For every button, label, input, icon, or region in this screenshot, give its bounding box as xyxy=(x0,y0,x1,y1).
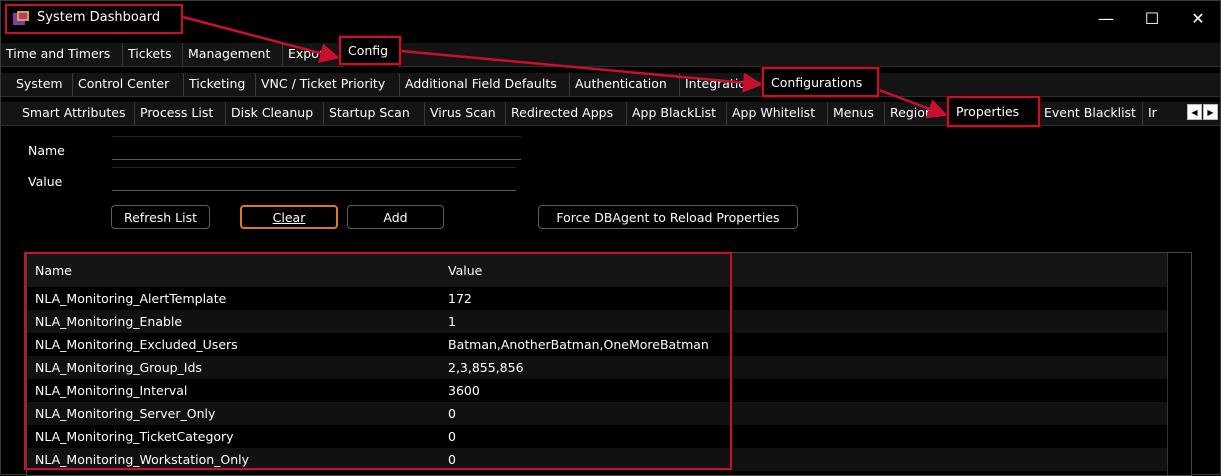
callout-configurations-label: Configurations xyxy=(771,74,863,90)
tab-virus-scan[interactable]: Virus Scan xyxy=(425,102,506,125)
tab-regions[interactable]: Regions xyxy=(885,102,949,125)
tab-event-blacklist[interactable]: Event Blacklist xyxy=(1039,102,1143,125)
add-label: Add xyxy=(383,209,408,225)
row-name: NLA_Monitoring_AlertTemplate xyxy=(35,291,227,306)
annotation-callout-properties: Properties xyxy=(947,96,1040,127)
row-value: 0 xyxy=(448,406,456,421)
force-reload-label: Force DBAgent to Reload Properties xyxy=(556,209,780,225)
tab-control-center[interactable]: Control Center xyxy=(73,73,184,96)
close-icon: ✕ xyxy=(1191,8,1205,28)
row-value: 0 xyxy=(448,452,456,467)
tab-system[interactable]: System xyxy=(11,73,73,96)
column-header-name[interactable]: Name xyxy=(35,263,72,278)
app-window: System Dashboard — ☐ ✕ Time and Timers T… xyxy=(0,0,1221,476)
row-value: 1 xyxy=(448,314,456,329)
row-name: NLA_Monitoring_Excluded_Users xyxy=(35,337,238,352)
list-scrollbar[interactable] xyxy=(1167,253,1191,475)
tab-app-blacklist[interactable]: App BlackList xyxy=(627,102,727,125)
table-row[interactable]: NLA_Monitoring_Excluded_Users Batman,Ano… xyxy=(27,333,1167,356)
table-row[interactable]: NLA_Monitoring_Workstation_Only 0 xyxy=(27,448,1167,471)
window-title: System Dashboard xyxy=(37,10,161,25)
scroll-left-icon[interactable]: ◀ xyxy=(1187,104,1202,120)
row-name: NLA_Monitoring_Group_Ids xyxy=(35,360,202,375)
tab-export[interactable]: Export xyxy=(283,43,339,66)
tab-redirected-apps[interactable]: Redirected Apps xyxy=(506,102,627,125)
title-bar: System Dashboard — ☐ ✕ xyxy=(1,1,1220,35)
row-name: NLA_Monitoring_Workstation_Only xyxy=(35,452,250,467)
table-row[interactable]: NLA_Monitoring_Server_Only 0 xyxy=(27,402,1167,425)
row-name: NLA_Monitoring_TicketCategory xyxy=(35,429,234,444)
annotation-callout-configurations: Configurations xyxy=(762,67,879,97)
tab-authentication[interactable]: Authentication xyxy=(570,73,680,96)
table-row[interactable]: NLA_Monitoring_TicketCategory 0 xyxy=(27,425,1167,448)
row-value: Batman,AnotherBatman,OneMoreBatman xyxy=(448,337,709,352)
clear-button[interactable]: Clear xyxy=(240,205,338,229)
callout-config-label: Config xyxy=(348,43,389,58)
close-button[interactable]: ✕ xyxy=(1175,1,1221,35)
tab-scroll-arrows: ◀ ▶ xyxy=(1186,104,1218,120)
row-value: 0 xyxy=(448,429,456,444)
tab-startup-scan[interactable]: Startup Scan xyxy=(324,102,425,125)
tab-process-list[interactable]: Process List xyxy=(135,102,226,125)
tab-integration[interactable]: Integratio xyxy=(680,73,766,96)
properties-list[interactable]: Name Value NLA_Monitoring_AlertTemplate … xyxy=(26,252,1192,476)
row-name: NLA_Monitoring_Enable xyxy=(35,314,183,329)
tab-vnc-ticket-priority[interactable]: VNC / Ticket Priority xyxy=(256,73,400,96)
value-label: Value xyxy=(28,174,63,189)
name-field[interactable] xyxy=(112,136,521,160)
maximize-button[interactable]: ☐ xyxy=(1129,1,1175,35)
refresh-list-label: Refresh List xyxy=(123,209,198,225)
main-tab-bar: Time and Timers Tickets Management Expor… xyxy=(1,41,1220,67)
tab-menus[interactable]: Menus xyxy=(828,102,885,125)
tab-management[interactable]: Management xyxy=(183,43,283,66)
minimize-button[interactable]: — xyxy=(1083,1,1129,35)
row-name: NLA_Monitoring_Server_Only xyxy=(35,406,216,421)
list-header: Name Value xyxy=(27,253,1167,287)
config-tab-bar: System Control Center Ticketing VNC / Ti… xyxy=(1,71,1220,97)
value-field[interactable] xyxy=(112,167,516,191)
tab-time-and-timers[interactable]: Time and Timers xyxy=(1,43,123,66)
tab-disk-cleanup[interactable]: Disk Cleanup xyxy=(226,102,324,125)
tab-smart-attributes[interactable]: Smart Attributes xyxy=(17,102,135,125)
tab-ticketing[interactable]: Ticketing xyxy=(184,73,256,96)
table-row[interactable]: NLA_Monitoring_AlertTemplate 172 xyxy=(27,287,1167,310)
maximize-icon: ☐ xyxy=(1144,8,1160,28)
tab-app-whitelist[interactable]: App Whitelist xyxy=(727,102,828,125)
app-icon xyxy=(13,11,29,25)
force-reload-button[interactable]: Force DBAgent to Reload Properties xyxy=(538,205,798,229)
table-row[interactable]: NLA_Monitoring_Enable 1 xyxy=(27,310,1167,333)
scroll-right-icon[interactable]: ▶ xyxy=(1203,104,1218,120)
clear-label: Clear xyxy=(272,209,306,225)
name-label: Name xyxy=(28,143,65,158)
column-header-value[interactable]: Value xyxy=(448,263,482,278)
tab-ir[interactable]: Ir xyxy=(1143,102,1173,125)
annotation-callout-config: Config xyxy=(339,36,401,65)
callout-properties-label: Properties xyxy=(956,104,1020,119)
refresh-list-button[interactable]: Refresh List xyxy=(111,205,210,229)
table-row[interactable]: NLA_Monitoring_Interval 3600 xyxy=(27,379,1167,402)
table-row[interactable]: NLA_Monitoring_Group_Ids 2,3,855,856 xyxy=(27,356,1167,379)
add-button[interactable]: Add xyxy=(347,205,444,229)
tab-additional-field-defaults[interactable]: Additional Field Defaults xyxy=(400,73,570,96)
tab-tickets[interactable]: Tickets xyxy=(123,43,183,66)
row-value: 2,3,855,856 xyxy=(448,360,524,375)
row-value: 172 xyxy=(448,291,472,306)
row-value: 3600 xyxy=(448,383,480,398)
row-name: NLA_Monitoring_Interval xyxy=(35,383,188,398)
minimize-icon: — xyxy=(1098,8,1114,28)
